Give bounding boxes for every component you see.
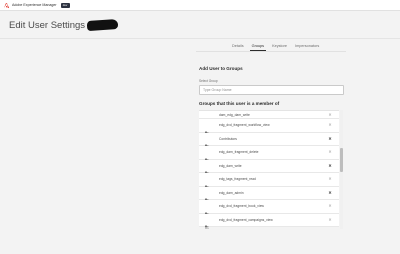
group-list: dam_edg_dam_write ✕ edg_dxd_fragment_workf… <box>199 110 339 229</box>
group-row: edg_tags_fragment_read ✕ <box>199 173 339 190</box>
top-bar: Adobe Experience Manager dev <box>0 0 400 11</box>
add-group-title: Add User to Groups <box>199 66 243 71</box>
tab-groups[interactable]: Groups <box>248 44 268 51</box>
remove-group-close-icon[interactable]: ✕ <box>328 190 332 195</box>
groups-title: Groups that this user is a member of <box>199 101 280 106</box>
header-divider <box>0 38 400 39</box>
group-name: edg_tags_fragment_read <box>219 177 256 182</box>
group-row: edg_dxd_fragment_workflow_view ✕ <box>199 119 339 136</box>
tab-keystore[interactable]: Keystore <box>268 44 291 50</box>
group-row: edg_dam_write ✕ <box>199 159 339 176</box>
group-name: Contributors <box>219 136 237 141</box>
group-search-input[interactable]: Type Group Name <box>199 85 344 95</box>
group-name: edg_dam_admin <box>219 190 244 195</box>
remove-group-close-icon[interactable]: ✕ <box>328 136 332 141</box>
remove-group-close-icon[interactable]: ✕ <box>328 163 332 168</box>
redaction-mark <box>86 18 119 32</box>
remove-group-close-icon[interactable]: ✕ <box>328 204 332 208</box>
remove-group-close-icon[interactable]: ✕ <box>328 123 332 127</box>
group-row: edg_dxd_fragment_campaigns_view ✕ <box>199 213 339 229</box>
group-row: edg_dxd_fragment_book_view ✕ <box>199 200 339 217</box>
environment-badge: dev <box>60 2 70 8</box>
user-group-icon <box>204 163 209 176</box>
group-name: edg_dxd_fragment_campaigns_view <box>219 217 273 222</box>
tab-details[interactable]: Details <box>228 44 248 50</box>
user-group-icon <box>204 204 209 217</box>
user-group-icon <box>204 136 209 149</box>
select-group-label: Select Group <box>199 79 218 83</box>
remove-group-close-icon[interactable]: ✕ <box>328 177 332 181</box>
adobe-logo-icon[interactable] <box>4 2 9 8</box>
scrollbar-thumb[interactable] <box>340 148 343 172</box>
user-group-icon <box>204 190 209 203</box>
tab-divider <box>196 51 346 52</box>
group-name: dam_edg_dam_write <box>219 112 250 117</box>
remove-group-close-icon[interactable]: ✕ <box>328 112 332 117</box>
group-name: edg_dam_write <box>219 163 242 168</box>
group-name: edg_dam_fragment_delete <box>219 150 259 155</box>
user-group-icon <box>204 217 209 229</box>
app-name[interactable]: Adobe Experience Manager <box>12 3 57 7</box>
user-group-icon <box>204 150 209 163</box>
group-row: edg_dam_admin ✕ <box>199 186 339 203</box>
group-name: edg_dxd_fragment_workflow_view <box>219 123 270 128</box>
scrollbar[interactable] <box>340 110 343 229</box>
group-row: dam_edg_dam_write ✕ <box>199 111 339 125</box>
user-group-icon <box>204 112 209 125</box>
group-name: edg_dxd_fragment_book_view <box>219 204 264 209</box>
user-group-icon <box>204 177 209 190</box>
tab-impersonators[interactable]: Impersonators <box>291 44 323 50</box>
remove-group-close-icon[interactable]: ✕ <box>328 150 332 154</box>
user-group-icon <box>204 123 209 136</box>
remove-group-close-icon[interactable]: ✕ <box>328 217 332 222</box>
group-row: edg_dam_fragment_delete ✕ <box>199 146 339 163</box>
group-row: Contributors ✕ <box>199 132 339 149</box>
